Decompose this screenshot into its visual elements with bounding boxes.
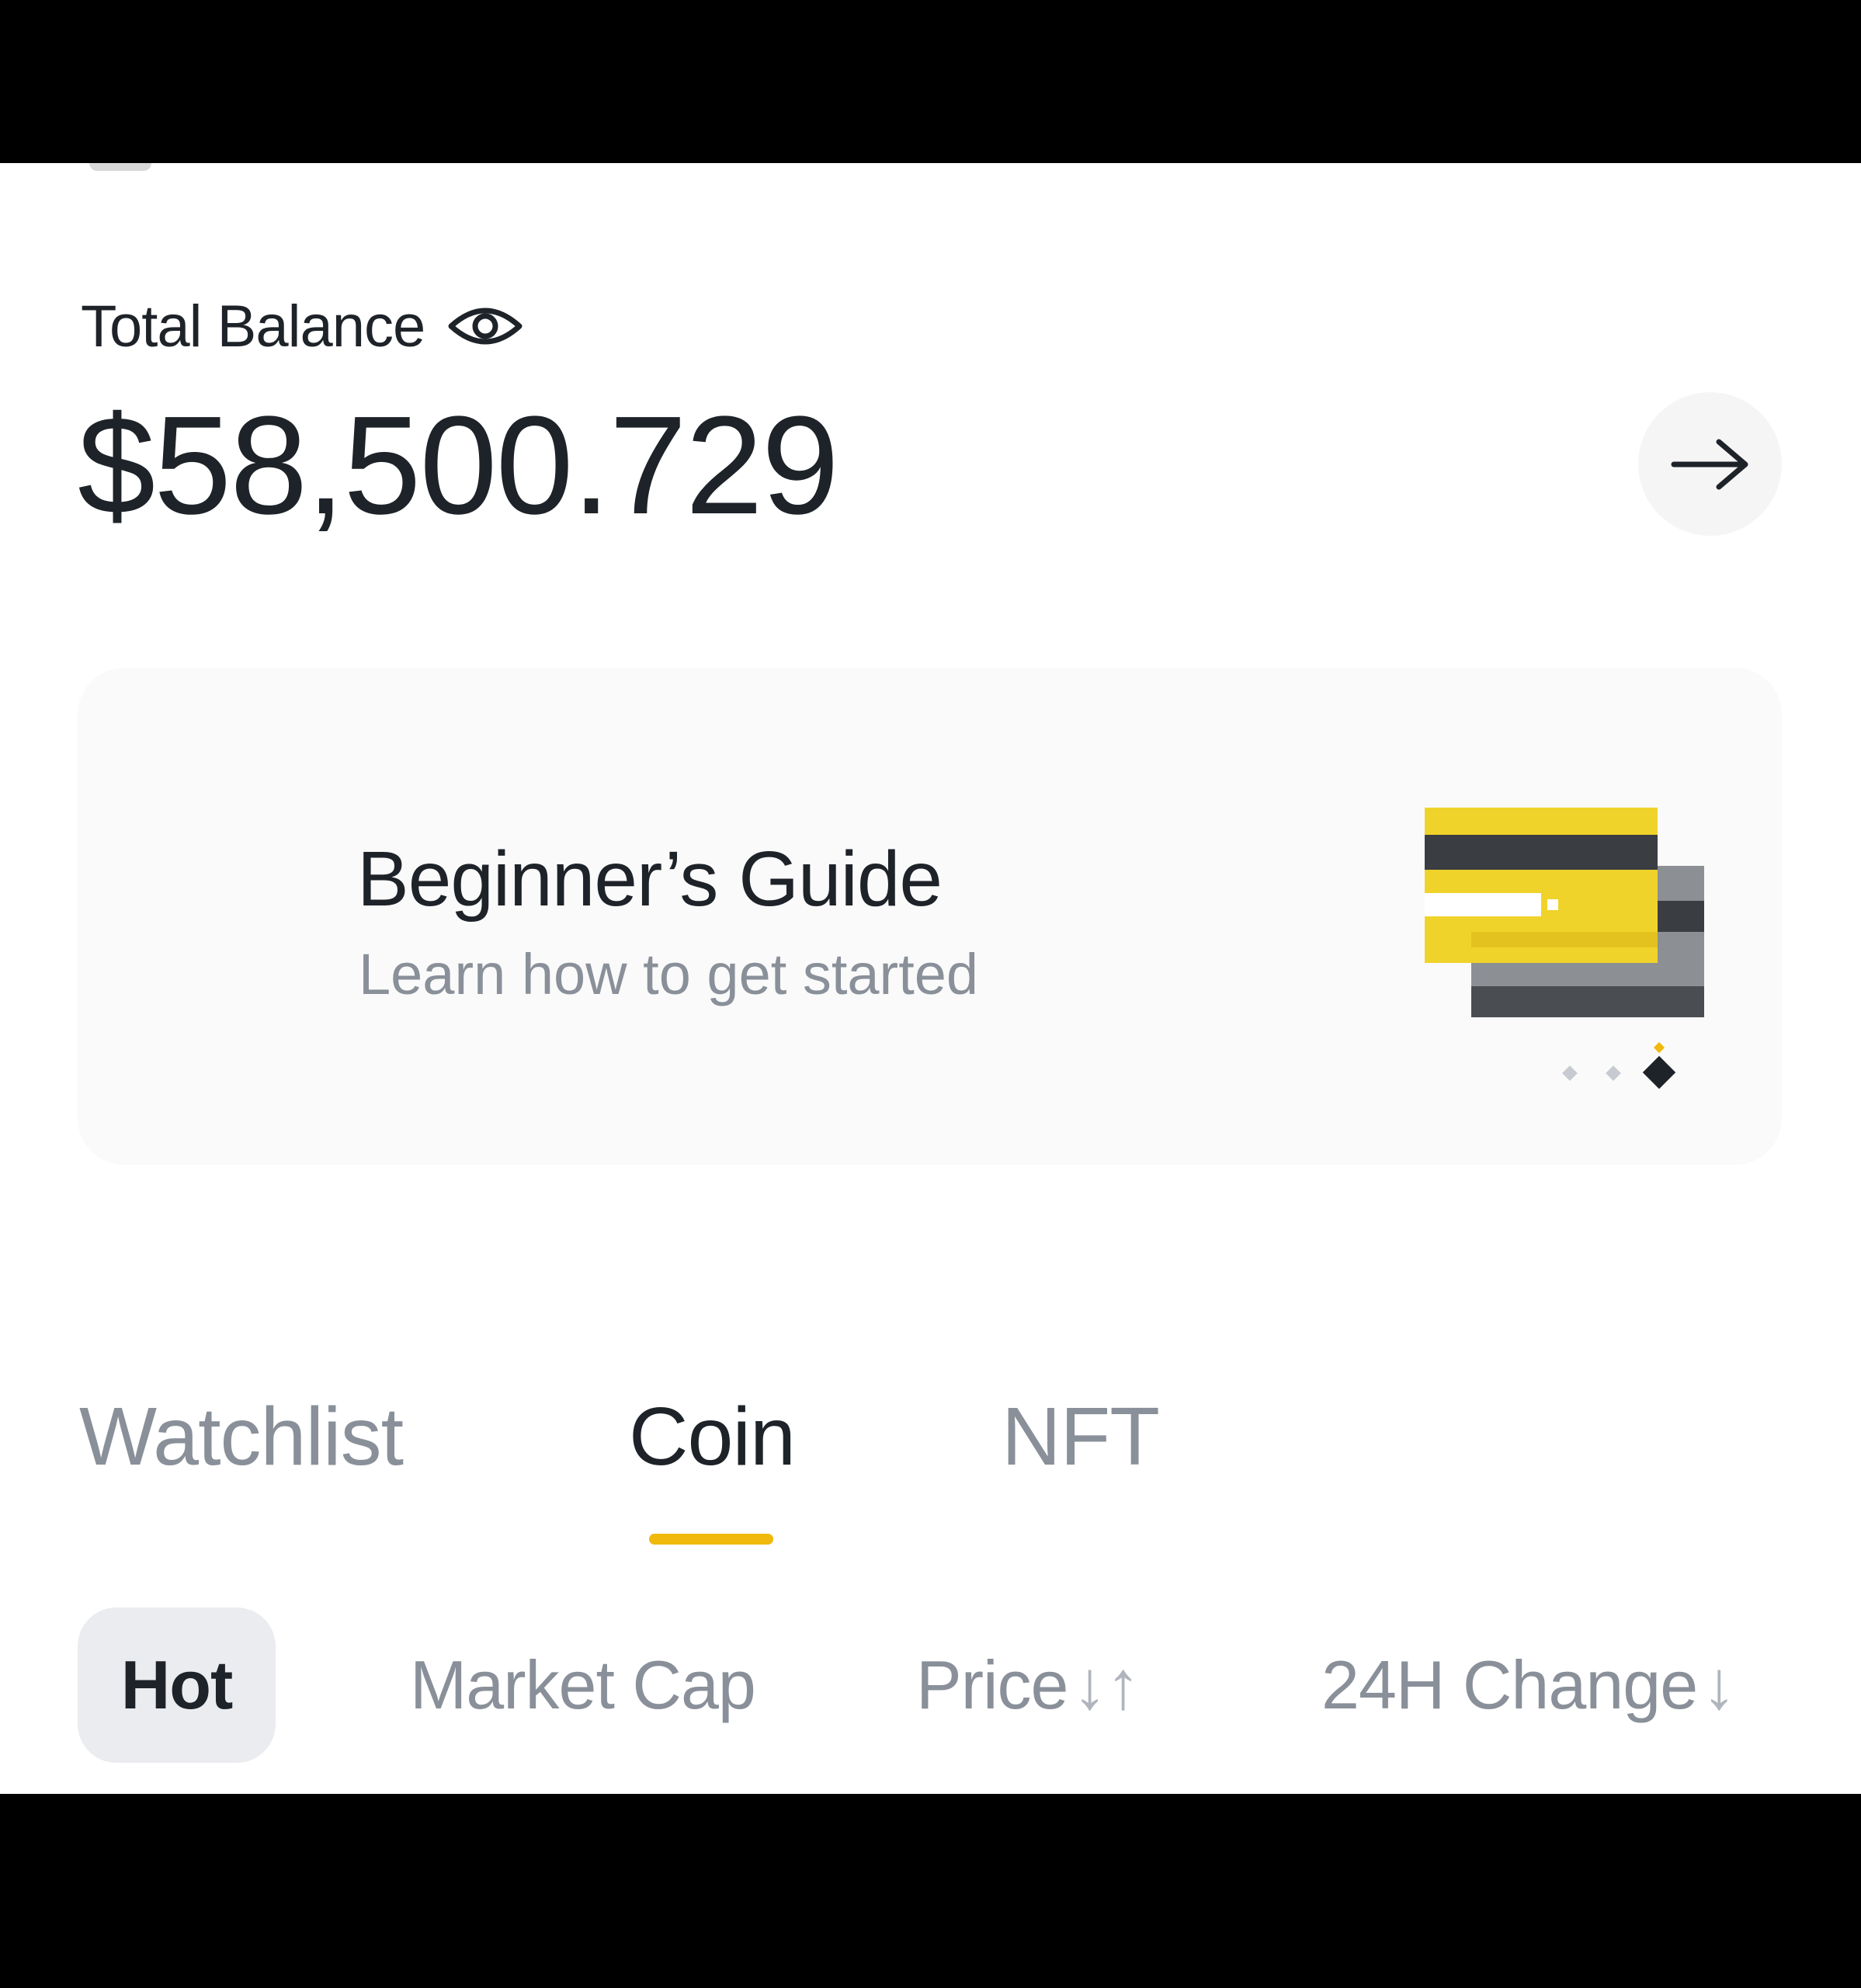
arrow-right-icon bbox=[1671, 439, 1748, 489]
top-letterbox bbox=[0, 0, 1861, 163]
total-balance-value: $58,500.729 bbox=[78, 388, 839, 544]
filter-hot[interactable]: Hot bbox=[78, 1607, 276, 1763]
tab-watchlist[interactable]: Watchlist bbox=[79, 1390, 404, 1484]
tab-coin[interactable]: Coin bbox=[629, 1390, 796, 1484]
active-tab-indicator bbox=[649, 1534, 773, 1545]
filter-price[interactable]: Price ↓↑ bbox=[916, 1607, 1141, 1763]
balance-details-button[interactable] bbox=[1638, 392, 1782, 536]
cards-illustration-icon bbox=[1425, 808, 1704, 1090]
filter-market-cap[interactable]: Market Cap bbox=[410, 1607, 756, 1763]
balance-header: Total Balance bbox=[81, 287, 524, 365]
pager-dots bbox=[1562, 1041, 1676, 1090]
sort-down-icon: ↓ bbox=[1702, 1646, 1736, 1723]
market-tabs: Watchlist Coin NFT bbox=[0, 1390, 1861, 1530]
total-balance-label: Total Balance bbox=[81, 293, 425, 360]
guide-title: Beginner’s Guide bbox=[357, 836, 943, 923]
filter-price-label: Price bbox=[916, 1646, 1068, 1723]
eye-icon[interactable] bbox=[446, 299, 524, 353]
top-partial-element bbox=[89, 163, 151, 171]
wallet-screen: Total Balance $58,500.729 Beginner’s Gui… bbox=[0, 163, 1861, 1794]
sort-arrows-icon: ↓↑ bbox=[1072, 1646, 1141, 1723]
market-filters: Hot Market Cap Price ↓↑ 24H Change ↓ bbox=[0, 1607, 1861, 1763]
guide-subtitle: Learn how to get started bbox=[359, 942, 979, 1006]
filter-hot-label: Hot bbox=[120, 1646, 234, 1723]
filter-market-cap-label: Market Cap bbox=[410, 1646, 756, 1723]
filter-24h-change-label: 24H Change bbox=[1321, 1646, 1698, 1723]
bottom-letterbox bbox=[0, 1794, 1861, 1988]
tab-nft[interactable]: NFT bbox=[1002, 1390, 1160, 1484]
filter-24h-change[interactable]: 24H Change ↓ bbox=[1321, 1607, 1736, 1763]
beginners-guide-card[interactable]: Beginner’s Guide Learn how to get starte… bbox=[78, 668, 1782, 1165]
